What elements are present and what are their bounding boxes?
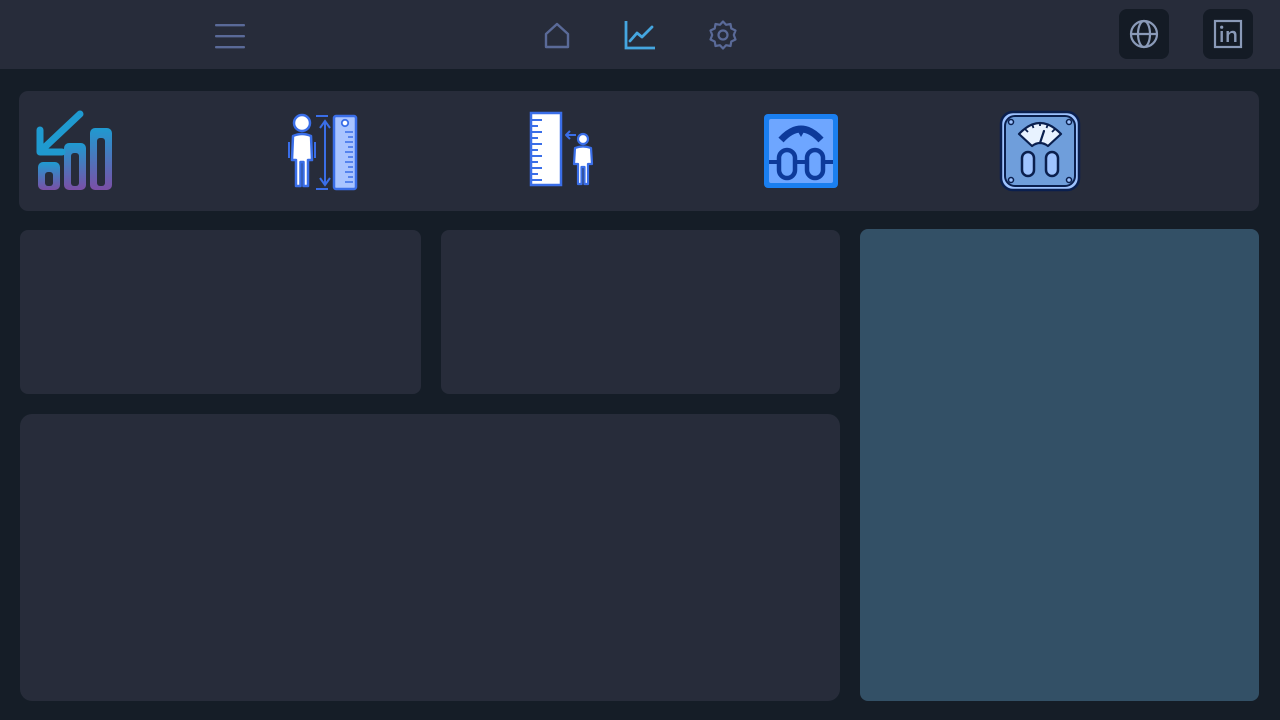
metric-height[interactable] <box>276 105 368 197</box>
nav-home-button[interactable] <box>539 17 575 53</box>
person-height-ruler-icon <box>288 113 358 191</box>
side-panel <box>860 229 1259 701</box>
globe-icon <box>1129 19 1159 49</box>
nav-settings-button[interactable] <box>705 17 741 53</box>
metric-body-scale[interactable] <box>755 105 847 197</box>
top-navigation-bar <box>0 0 1280 69</box>
summary-card-right <box>441 230 840 394</box>
language-button[interactable] <box>1119 9 1169 59</box>
line-chart-icon <box>624 21 655 50</box>
ruler-child-height-icon <box>529 111 594 187</box>
menu-button[interactable] <box>211 17 247 53</box>
summary-card-left <box>20 230 421 394</box>
metric-weight-loss[interactable] <box>29 105 121 197</box>
home-icon <box>544 22 570 49</box>
body-scale-icon <box>764 114 838 188</box>
metrics-selector-bar <box>19 91 1259 211</box>
weight-loss-chart-icon <box>36 110 112 190</box>
nav-chart-button[interactable] <box>622 17 658 53</box>
linkedin-button[interactable] <box>1203 9 1253 59</box>
metric-child-height[interactable] <box>513 105 605 197</box>
hamburger-menu-icon <box>215 24 245 49</box>
main-chart-panel <box>20 414 840 701</box>
metric-analog-scale[interactable] <box>994 105 1086 197</box>
gear-icon <box>709 20 737 50</box>
analog-scale-icon <box>999 110 1081 192</box>
linkedin-icon <box>1213 19 1243 49</box>
